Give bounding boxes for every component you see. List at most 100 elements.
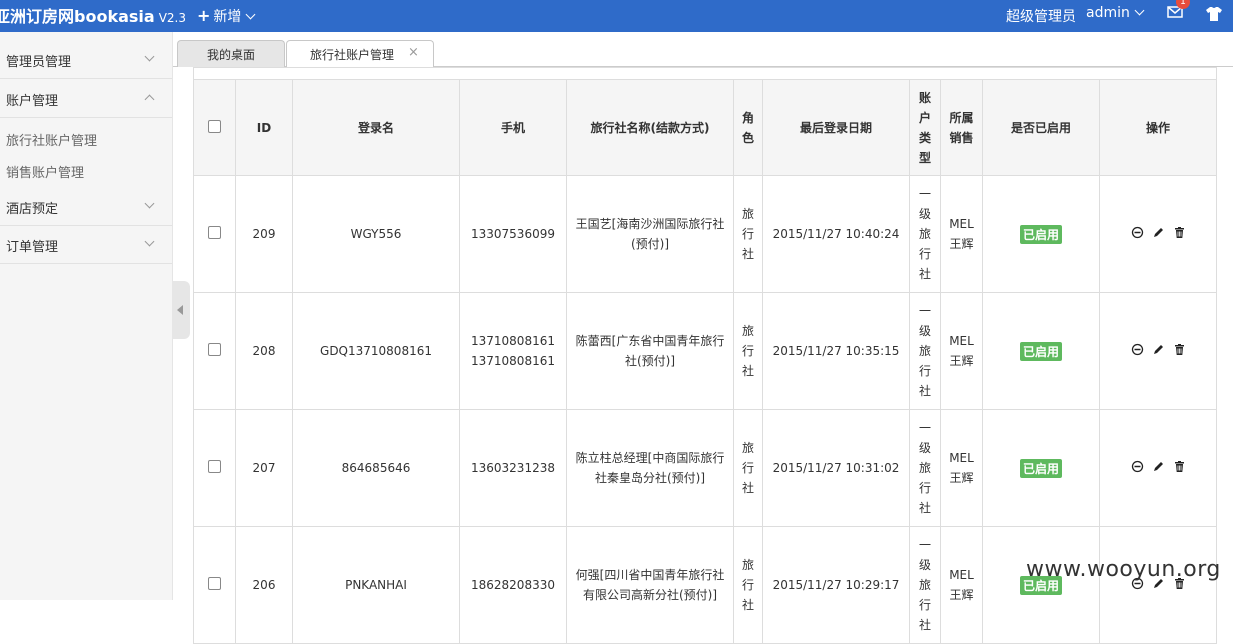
- status-badge: 已启用: [1019, 224, 1062, 244]
- cell-role: 旅行社: [733, 292, 763, 410]
- role-text: 旅行社: [742, 207, 755, 261]
- agency-line-2: (预付)]: [630, 237, 670, 251]
- cell-status: 已启用: [982, 526, 1100, 644]
- row-select-cell: [193, 409, 236, 527]
- column-header-role: 角色: [733, 79, 763, 176]
- trash-icon[interactable]: [1173, 226, 1186, 239]
- watermark: www.wooyun.org: [1026, 557, 1221, 582]
- phone-value-2: 13710808161: [471, 354, 555, 368]
- select-all-checkbox[interactable]: [208, 119, 221, 133]
- table-container: ID 登录名 手机 旅行社名称(结款方式) 角色 最后登录日期 账户类型 所属销…: [193, 67, 1217, 644]
- phone-value: 18628208330: [471, 578, 555, 592]
- tab-agency-accounts[interactable]: 旅行社账户管理 ×: [286, 40, 434, 68]
- agency-line-1: 陈蕾西[广东省中国青年旅行: [575, 334, 725, 348]
- account-type-text: 一级旅行社: [919, 304, 932, 398]
- table-header-row: ID 登录名 手机 旅行社名称(结款方式) 角色 最后登录日期 账户类型 所属销…: [193, 79, 1217, 176]
- edit-icon[interactable]: [1152, 460, 1165, 473]
- add-new-menu[interactable]: + 新增: [197, 6, 256, 26]
- sidebar-subitem-agency-accounts[interactable]: 旅行社账户管理: [6, 130, 97, 149]
- brand-logo[interactable]: 亚洲订房网bookasia V2.3: [0, 3, 186, 27]
- column-header-actions: 操作: [1099, 79, 1217, 176]
- cell-status: 已启用: [982, 292, 1100, 410]
- cell-status: 已启用: [982, 175, 1100, 293]
- account-type-text: 一级旅行社: [919, 187, 932, 281]
- cell-last-login: 2015/11/27 10:31:02: [762, 409, 910, 527]
- row-checkbox[interactable]: [208, 577, 221, 590]
- edit-icon[interactable]: [1152, 226, 1165, 239]
- cell-phone: 18628208330: [459, 526, 567, 644]
- trash-icon[interactable]: [1173, 460, 1186, 473]
- cell-actions: [1099, 292, 1217, 410]
- sidebar-item-label: 订单管理: [6, 240, 59, 255]
- column-header-enabled: 是否已启用: [982, 79, 1100, 176]
- cell-account-type: 一级旅行社: [909, 292, 941, 410]
- cell-account-type: 一级旅行社: [909, 175, 941, 293]
- close-icon[interactable]: ×: [408, 45, 419, 60]
- disable-icon[interactable]: [1131, 226, 1144, 239]
- account-type-text: 一级旅行社: [919, 538, 932, 632]
- sidebar-subitem-sales-accounts[interactable]: 销售账户管理: [6, 162, 84, 181]
- cell-sales: MEL 王辉: [940, 526, 983, 644]
- account-type-text: 一级旅行社: [919, 421, 932, 515]
- sales-line-2: 王辉: [949, 471, 974, 485]
- cell-actions: [1099, 409, 1217, 527]
- table-row: 206 PNKANHAI 18628208330 何强[四川省中国青年旅行社 有限公司高…: [193, 526, 1217, 644]
- row-checkbox[interactable]: [208, 343, 221, 356]
- agency-line-1: 王国艺[海南沙洲国际旅行社: [575, 217, 725, 231]
- cell-agency: 陈立柱总经理[中商国际旅行 社秦皇岛分社(预付)]: [566, 409, 734, 527]
- column-header-role-text: 角色: [742, 110, 755, 145]
- brand-name: 亚洲订房网bookasia: [0, 7, 155, 26]
- sidebar-item-hotel-booking[interactable]: 酒店预定: [0, 187, 172, 226]
- chevron-down-icon: [1134, 5, 1145, 16]
- cell-account-type: 一级旅行社: [909, 526, 941, 644]
- sidebar-item-orders[interactable]: 订单管理: [0, 225, 172, 264]
- chevron-up-icon: [144, 94, 155, 105]
- cell-agency: 陈蕾西[广东省中国青年旅行 社(预付)]: [566, 292, 734, 410]
- agency-line-1: 何强[四川省中国青年旅行社: [575, 568, 725, 582]
- cell-id: 208: [235, 292, 293, 410]
- disable-icon[interactable]: [1131, 460, 1144, 473]
- role-label: 超级管理员: [1006, 9, 1076, 25]
- cell-phone: 13710808161 13710808161: [459, 292, 567, 410]
- disable-icon[interactable]: [1131, 343, 1144, 356]
- column-header-sales: 所属销售: [940, 79, 983, 176]
- tab-bar: 我的桌面 旅行社账户管理 ×: [173, 32, 1233, 68]
- plus-icon: +: [197, 6, 211, 25]
- row-select-cell: [193, 526, 236, 644]
- cell-agency: 王国艺[海南沙洲国际旅行社 (预付)]: [566, 175, 734, 293]
- row-checkbox[interactable]: [208, 226, 221, 239]
- cell-role: 旅行社: [733, 409, 763, 527]
- row-select-cell: [193, 175, 236, 293]
- user-menu[interactable]: admin: [1086, 5, 1145, 21]
- cell-login: PNKANHAI: [292, 526, 460, 644]
- table-row: 207 864685646 13603231238 陈立柱总经理[中商国际旅行 社秦皇岛…: [193, 409, 1217, 527]
- cell-id: 209: [235, 175, 293, 293]
- tab-label: 我的桌面: [206, 48, 255, 62]
- sidebar-collapse-handle[interactable]: [172, 281, 190, 339]
- version-label: V2.3: [158, 11, 186, 25]
- phone-value: 13603231238: [471, 461, 555, 475]
- column-header-last-login: 最后登录日期: [762, 79, 910, 176]
- chevron-down-icon: [144, 51, 155, 62]
- column-header-agency: 旅行社名称(结款方式): [566, 79, 734, 176]
- cell-sales: MEL 王辉: [940, 292, 983, 410]
- sidebar-item-label: 酒店预定: [6, 202, 59, 217]
- agency-line-1: 陈立柱总经理[中商国际旅行: [575, 451, 725, 465]
- sales-line-1: MEL: [949, 568, 974, 582]
- chevron-down-icon: [245, 9, 256, 20]
- skin-theme-icon[interactable]: [1205, 6, 1223, 22]
- row-checkbox[interactable]: [208, 460, 221, 473]
- cell-sales: MEL 王辉: [940, 175, 983, 293]
- tab-desktop[interactable]: 我的桌面: [177, 40, 285, 67]
- cell-last-login: 2015/11/27 10:35:15: [762, 292, 910, 410]
- row-select-cell: [193, 292, 236, 410]
- column-header-account-type: 账户类型: [909, 79, 941, 176]
- trash-icon[interactable]: [1173, 343, 1186, 356]
- sidebar-item-admin[interactable]: 管理员管理: [0, 40, 172, 79]
- chevron-down-icon: [144, 198, 155, 209]
- cell-login: GDQ13710808161: [292, 292, 460, 410]
- sidebar-item-accounts[interactable]: 账户管理: [0, 79, 172, 118]
- cell-phone: 13307536099: [459, 175, 567, 293]
- edit-icon[interactable]: [1152, 343, 1165, 356]
- sales-line-2: 王辉: [949, 588, 974, 602]
